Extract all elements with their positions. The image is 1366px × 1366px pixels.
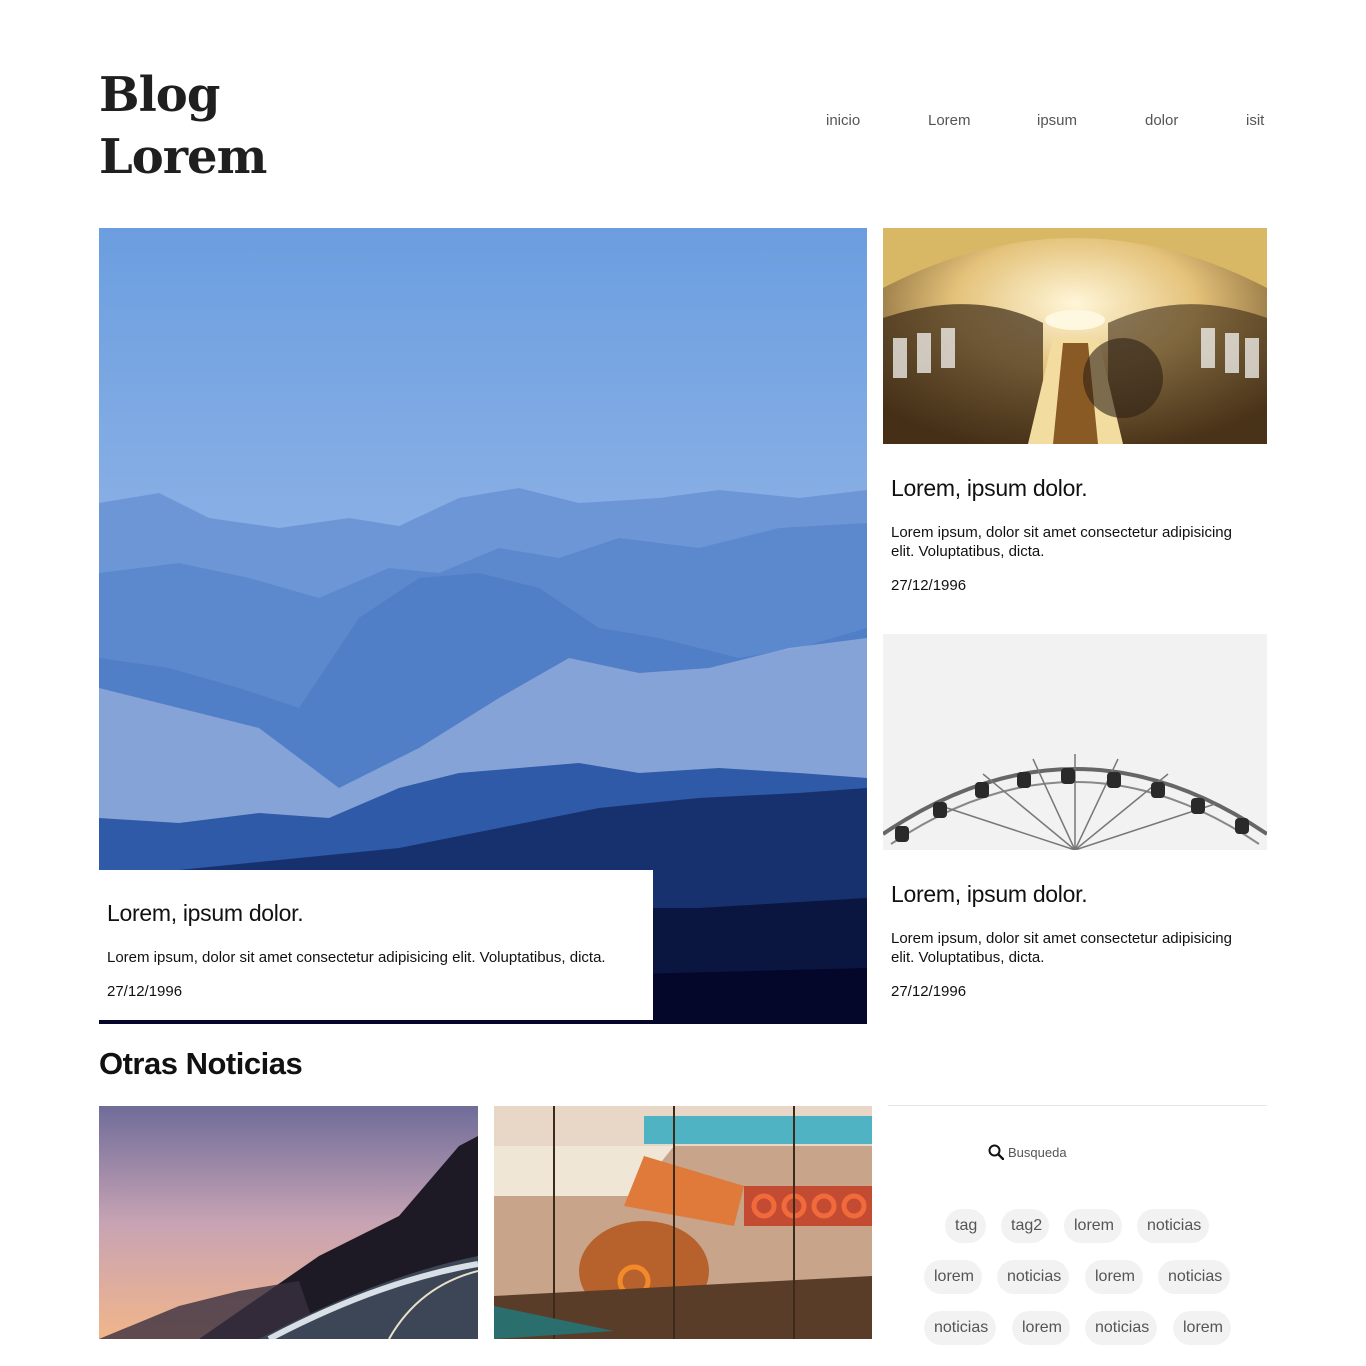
tag-chip[interactable]: noticias [924, 1311, 996, 1345]
side-card-1-image[interactable] [883, 228, 1267, 444]
side-card-2-image[interactable] [883, 634, 1267, 850]
search-input[interactable] [1008, 1144, 1148, 1160]
tag-chip[interactable]: tag [945, 1209, 986, 1243]
side-card-1-title[interactable]: Lorem, ipsum dolor. [891, 475, 1259, 502]
featured-body: Lorem ipsum, dolor sit amet consectetur … [107, 949, 606, 966]
main-nav: inicio Lorem ipsum dolor isit [0, 112, 1366, 132]
tag-chip[interactable]: tag2 [1001, 1209, 1049, 1243]
tag-chip[interactable]: noticias [997, 1260, 1069, 1294]
search-box[interactable] [988, 1144, 1148, 1160]
tag-chip[interactable]: noticias [1085, 1311, 1157, 1345]
side-card-2[interactable]: Lorem, ipsum dolor. Lorem ipsum, dolor s… [883, 850, 1267, 1010]
other-news-image-1[interactable] [99, 1106, 478, 1339]
side-card-2-title[interactable]: Lorem, ipsum dolor. [891, 881, 1259, 908]
nav-item-ipsum[interactable]: ipsum [1037, 112, 1077, 129]
nav-item-lorem[interactable]: Lorem [928, 112, 971, 129]
side-card-2-body: Lorem ipsum, dolor sit amet consectetur … [891, 930, 1232, 966]
search-icon [988, 1144, 1004, 1160]
tag-chip[interactable]: lorem [1012, 1311, 1070, 1345]
side-card-1-body: Lorem ipsum, dolor sit amet consectetur … [891, 524, 1232, 560]
other-news-image-2[interactable] [494, 1106, 872, 1339]
nav-item-isit[interactable]: isit [1246, 112, 1264, 129]
side-card-1[interactable]: Lorem, ipsum dolor. Lorem ipsum, dolor s… [883, 444, 1267, 604]
nav-item-dolor[interactable]: dolor [1145, 112, 1178, 129]
tag-chip[interactable]: lorem [1173, 1311, 1231, 1345]
featured-date: 27/12/1996 [107, 983, 183, 1000]
tag-chip[interactable]: lorem [1085, 1260, 1143, 1294]
logo-line-2: Lorem [99, 129, 267, 185]
featured-title[interactable]: Lorem, ipsum dolor. [107, 900, 645, 927]
tag-chip[interactable]: noticias [1158, 1260, 1230, 1294]
side-card-2-date: 27/12/1996 [891, 983, 967, 1000]
side-card-1-date: 27/12/1996 [891, 577, 967, 594]
featured-card[interactable]: Lorem, ipsum dolor. Lorem ipsum, dolor s… [99, 870, 653, 1020]
other-news-title: Otras Noticias [99, 1046, 303, 1081]
sidebar-divider [888, 1105, 1267, 1106]
tag-chip[interactable]: noticias [1137, 1209, 1209, 1243]
nav-item-inicio[interactable]: inicio [826, 112, 860, 129]
tag-chip[interactable]: lorem [1064, 1209, 1122, 1243]
tag-chip[interactable]: lorem [924, 1260, 982, 1294]
